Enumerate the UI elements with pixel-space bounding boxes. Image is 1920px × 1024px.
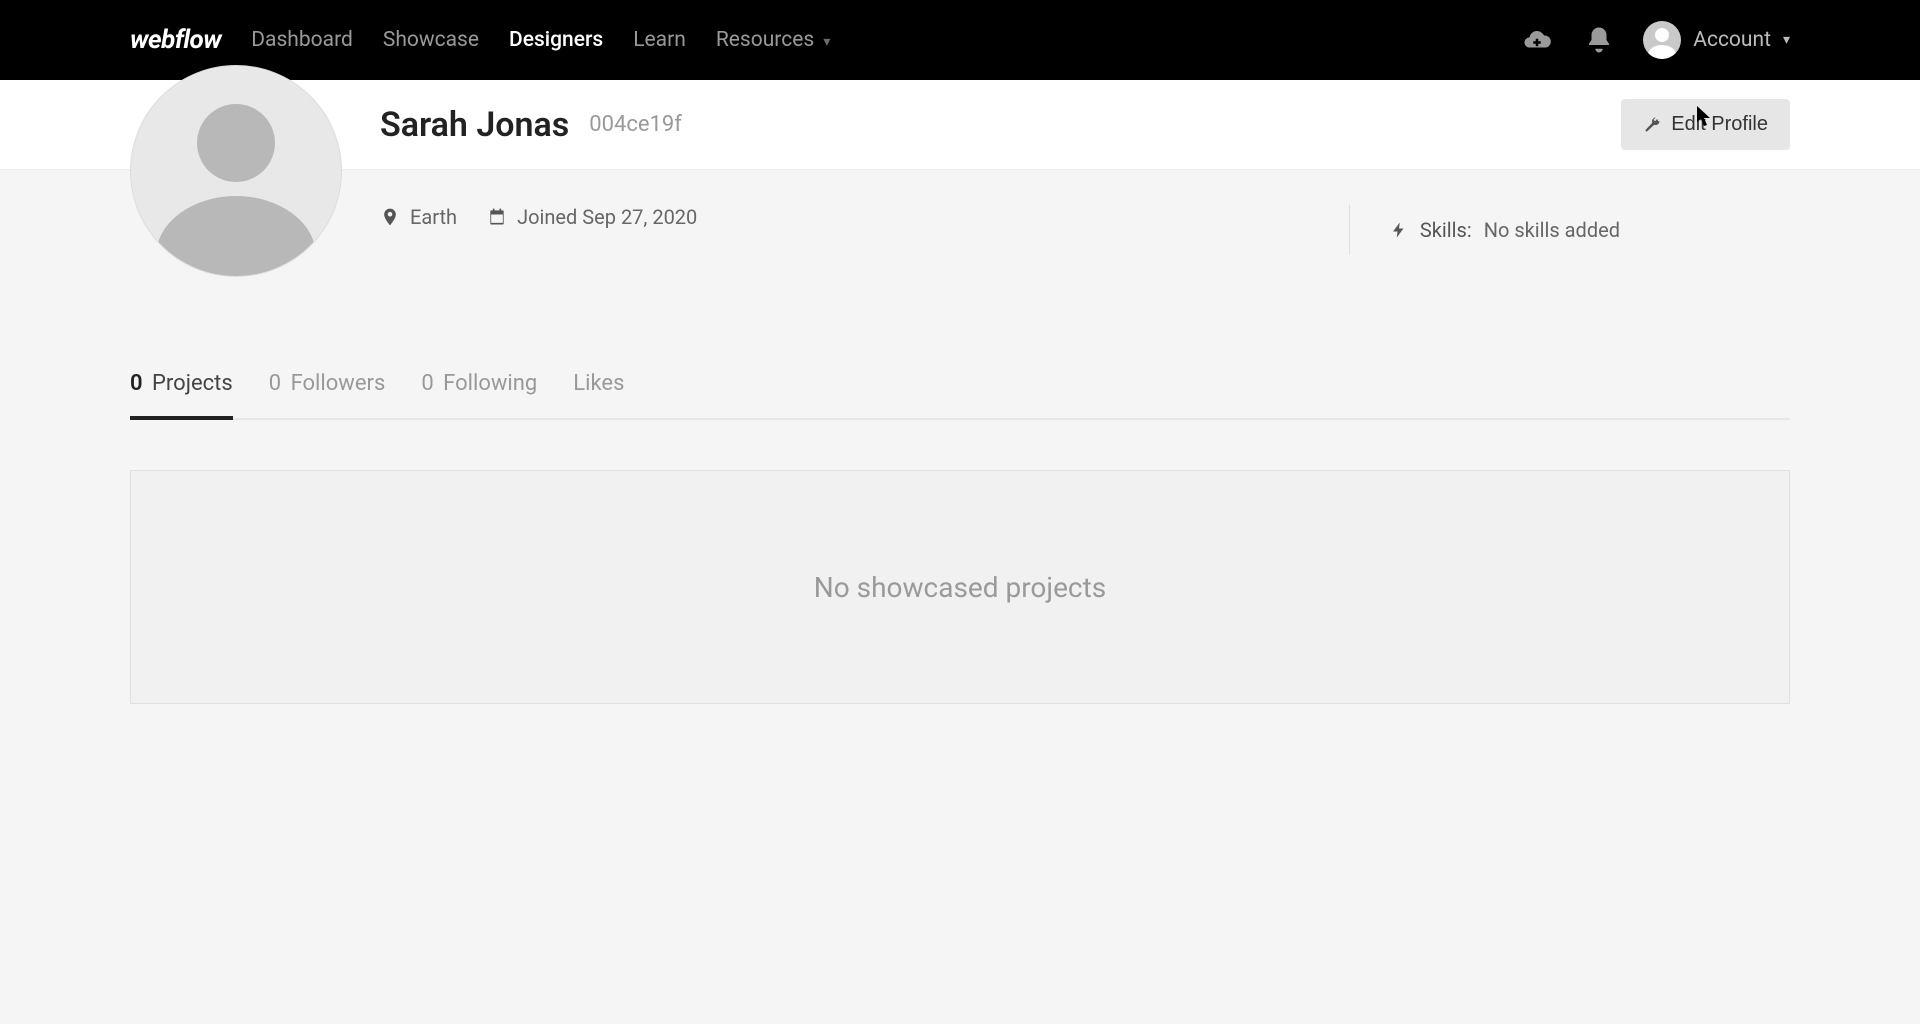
nav-link-dashboard[interactable]: Dashboard: [251, 28, 353, 52]
tab-followers-label: Followers: [291, 371, 386, 396]
top-nav: webflow Dashboard Showcase Designers Lea…: [0, 0, 1920, 80]
nav-link-learn[interactable]: Learn: [633, 28, 686, 52]
profile-avatar[interactable]: [130, 65, 342, 277]
cloud-add-icon[interactable]: [1519, 22, 1555, 58]
tab-projects-label: Projects: [152, 371, 233, 396]
meta-left: Earth Joined Sep 27, 2020: [380, 205, 697, 229]
tabs: 0 Projects 0 Followers 0 Following Likes: [130, 355, 1790, 420]
nav-link-showcase[interactable]: Showcase: [383, 28, 479, 52]
edit-profile-label: Edit Profile: [1671, 113, 1768, 136]
profile-id: 004ce19f: [589, 112, 682, 137]
tab-following-label: Following: [443, 371, 537, 396]
tab-following-count: 0: [421, 371, 433, 396]
caret-down-icon: ▾: [823, 34, 830, 50]
tab-likes[interactable]: Likes: [573, 355, 624, 420]
skills-value: No skills added: [1484, 218, 1620, 242]
tab-projects[interactable]: 0 Projects: [130, 355, 233, 420]
profile-meta: Earth Joined Sep 27, 2020 Skills: No ski…: [0, 170, 1920, 295]
account-menu[interactable]: Account ▾: [1643, 21, 1790, 59]
caret-down-icon: ▾: [1783, 32, 1790, 48]
account-label: Account: [1693, 28, 1771, 52]
logo[interactable]: webflow: [130, 25, 221, 55]
location-item: Earth: [380, 205, 457, 229]
nav-link-resources[interactable]: Resources ▾: [716, 28, 831, 52]
profile-name: Sarah Jonas: [380, 105, 569, 145]
tab-followers-count: 0: [269, 371, 281, 396]
location-text: Earth: [410, 205, 457, 229]
joined-text: Joined Sep 27, 2020: [517, 205, 697, 229]
nav-link-resources-label: Resources: [716, 28, 814, 52]
tab-followers[interactable]: 0 Followers: [269, 355, 386, 420]
nav-link-designers[interactable]: Designers: [509, 28, 603, 52]
skills-label: Skills:: [1420, 218, 1472, 242]
tab-projects-count: 0: [130, 371, 143, 396]
skills-block: Skills: No skills added: [1349, 205, 1790, 255]
joined-item: Joined Sep 27, 2020: [487, 205, 697, 229]
empty-projects: No showcased projects: [130, 470, 1790, 704]
nav-right: Account ▾: [1519, 21, 1790, 59]
bell-icon[interactable]: [1581, 22, 1617, 58]
tab-likes-label: Likes: [573, 371, 624, 396]
nav-left: webflow Dashboard Showcase Designers Lea…: [130, 25, 830, 55]
tab-following[interactable]: 0 Following: [421, 355, 537, 420]
empty-projects-text: No showcased projects: [814, 571, 1106, 604]
location-icon: [380, 207, 400, 227]
avatar-icon: [1643, 21, 1681, 59]
wrench-icon: [1643, 116, 1661, 134]
edit-profile-button[interactable]: Edit Profile: [1621, 99, 1790, 150]
calendar-icon: [487, 207, 507, 227]
content: 0 Projects 0 Followers 0 Following Likes…: [0, 355, 1920, 704]
lightning-icon: [1390, 221, 1408, 239]
